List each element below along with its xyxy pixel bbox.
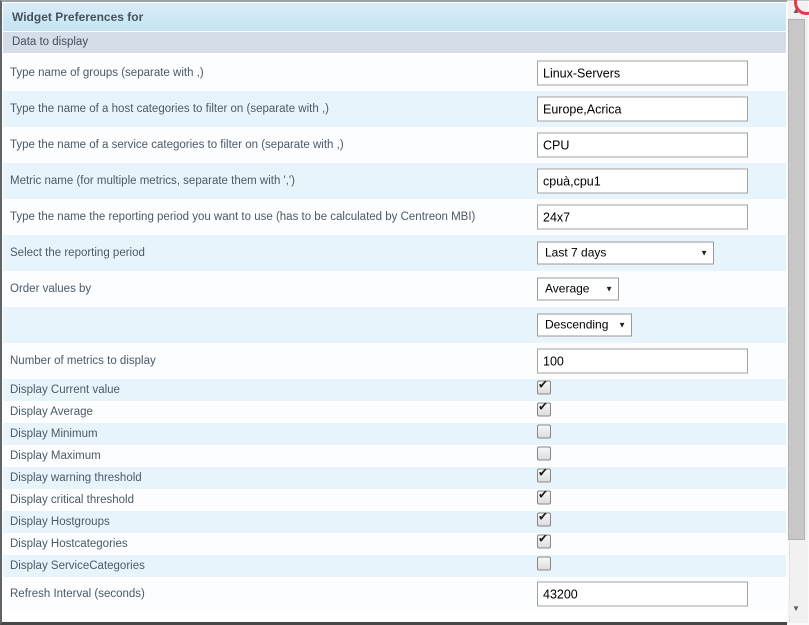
- row-control: [537, 557, 551, 576]
- row-control: ✔: [537, 469, 551, 488]
- checkbox[interactable]: ✔: [537, 381, 551, 395]
- pref-row: Display warning threshold ✔: [3, 467, 786, 489]
- pref-row: Display Average ✔: [3, 401, 786, 423]
- row-control: [537, 97, 748, 122]
- row-label: Refresh Interval (seconds): [10, 588, 145, 600]
- row-control: [537, 169, 748, 194]
- text-input[interactable]: [537, 61, 748, 86]
- scrollbar: ▲ ▼: [787, 0, 809, 625]
- row-control: Last 7 days ▼: [537, 242, 714, 265]
- row-control: ✔: [537, 403, 551, 422]
- row-control: Average ▼: [537, 278, 619, 301]
- select-dropdown[interactable]: Last 7 days ▼: [537, 242, 714, 265]
- select-arrow-icon: ▼: [700, 243, 708, 264]
- select-dropdown[interactable]: Descending ▼: [537, 314, 632, 337]
- select-arrow-icon: ▼: [605, 279, 613, 300]
- row-control: [537, 582, 748, 607]
- row-control: [537, 205, 748, 230]
- select-value: Descending: [545, 318, 608, 332]
- preferences-form: Type name of groups (separate with ,) Typ…: [3, 55, 786, 611]
- row-label: Display Average: [10, 406, 93, 418]
- row-label: Display Maximum: [10, 450, 101, 462]
- row-label: Type the name the reporting period you w…: [10, 211, 475, 223]
- row-label: Display Current value: [10, 384, 120, 396]
- row-label: Order values by: [10, 283, 91, 295]
- checkbox[interactable]: [537, 425, 551, 439]
- row-label: Number of metrics to display: [10, 355, 156, 367]
- pref-row: Order values by Average ▼: [3, 271, 786, 307]
- text-input[interactable]: [537, 205, 748, 230]
- checkmark-icon: ✔: [538, 400, 548, 414]
- scrollbar-thumb[interactable]: [788, 19, 805, 540]
- pref-row: Type the name of a host categories to fi…: [3, 91, 786, 127]
- row-label: Type the name of a host categories to fi…: [10, 103, 329, 115]
- checkbox[interactable]: ✔: [537, 491, 551, 505]
- pref-row: Metric name (for multiple metrics, separ…: [3, 163, 786, 199]
- row-control: ✔: [537, 513, 551, 532]
- row-control: [537, 61, 748, 86]
- text-input[interactable]: [537, 133, 748, 158]
- row-control: [537, 447, 551, 466]
- row-label: Type the name of a service categories to…: [10, 139, 344, 151]
- row-label: Display warning threshold: [10, 472, 142, 484]
- text-input[interactable]: [537, 169, 748, 194]
- text-input[interactable]: [537, 582, 748, 607]
- row-control: ✔: [537, 381, 551, 400]
- pref-row: Descending ▼: [3, 307, 786, 343]
- checkmark-icon: ✔: [538, 532, 548, 546]
- checkbox[interactable]: [537, 557, 551, 571]
- text-input[interactable]: [537, 349, 748, 374]
- checkbox[interactable]: ✔: [537, 535, 551, 549]
- checkmark-icon: ✔: [538, 466, 548, 480]
- pref-row: Type the name of a service categories to…: [3, 127, 786, 163]
- checkbox[interactable]: [537, 447, 551, 461]
- checkmark-icon: ✔: [538, 488, 548, 502]
- pref-row: Select the reporting period Last 7 days ▼: [3, 235, 786, 271]
- row-control: [537, 425, 551, 444]
- row-label: Select the reporting period: [10, 247, 145, 259]
- pref-row: Display Hostgroups ✔: [3, 511, 786, 533]
- row-control: [537, 133, 748, 158]
- pref-row: Type the name the reporting period you w…: [3, 199, 786, 235]
- section-header: Data to display: [3, 32, 786, 53]
- text-input[interactable]: [537, 97, 748, 122]
- row-label: Metric name (for multiple metrics, separ…: [10, 175, 295, 187]
- row-label: Display Hostcategories: [10, 538, 128, 550]
- checkbox[interactable]: ✔: [537, 513, 551, 527]
- select-value: Average: [545, 282, 589, 296]
- checkmark-icon: ✔: [538, 378, 548, 392]
- pref-row: Display Maximum: [3, 445, 786, 467]
- select-dropdown[interactable]: Average ▼: [537, 278, 619, 301]
- select-value: Last 7 days: [545, 246, 606, 260]
- row-label: Display ServiceCategories: [10, 560, 145, 572]
- row-control: [537, 349, 748, 374]
- widget-preferences-dialog: Widget Preferences for Data to display T…: [0, 0, 787, 625]
- scroll-down-button[interactable]: ▼: [788, 601, 804, 616]
- row-label: Display critical threshold: [10, 494, 134, 506]
- row-label: Display Minimum: [10, 428, 98, 440]
- pref-row: Display Current value ✔: [3, 379, 786, 401]
- select-arrow-icon: ▼: [618, 315, 626, 336]
- pref-row: Type name of groups (separate with ,): [3, 55, 786, 91]
- pref-row: Display critical threshold ✔: [3, 489, 786, 511]
- row-label: Display Hostgroups: [10, 516, 110, 528]
- checkbox[interactable]: ✔: [537, 403, 551, 417]
- row-control: Descending ▼: [537, 314, 632, 337]
- row-control: ✔: [537, 535, 551, 554]
- pref-row: Refresh Interval (seconds): [3, 577, 786, 611]
- pref-row: Number of metrics to display: [3, 343, 786, 379]
- checkmark-icon: ✔: [538, 510, 548, 524]
- row-control: ✔: [537, 491, 551, 510]
- dialog-title: Widget Preferences for: [3, 3, 786, 31]
- pref-row: Display Minimum: [3, 423, 786, 445]
- pref-row: Display ServiceCategories: [3, 555, 786, 577]
- row-label: Type name of groups (separate with ,): [10, 67, 204, 79]
- checkbox[interactable]: ✔: [537, 469, 551, 483]
- pref-row: Display Hostcategories ✔: [3, 533, 786, 555]
